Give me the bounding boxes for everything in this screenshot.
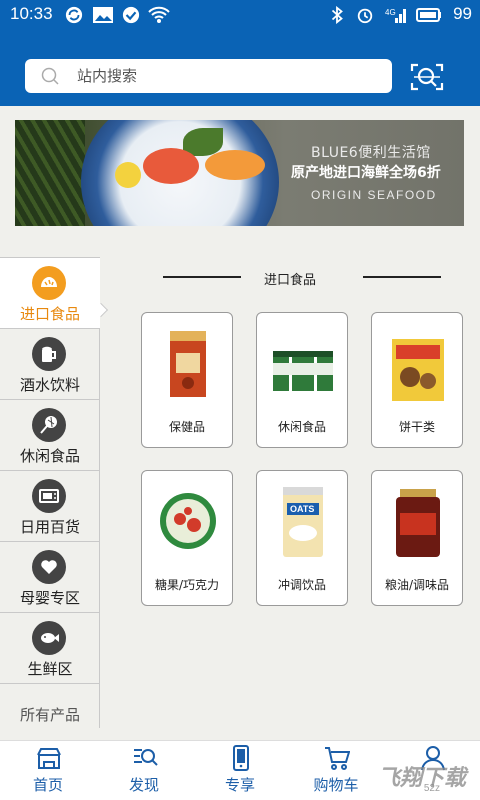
nav-home[interactable]: 首页 bbox=[0, 741, 96, 800]
search-icon bbox=[41, 67, 59, 85]
sidebar-item-label: 酒水饮料 bbox=[19, 376, 80, 394]
sidebar-item-label: 母婴专区 bbox=[19, 589, 80, 607]
category-card-grain-oil[interactable]: 粮油/调味品 bbox=[371, 470, 463, 606]
category-card-biscuits[interactable]: 饼干类 bbox=[371, 312, 463, 448]
microwave-icon bbox=[32, 479, 66, 513]
banner-promo-text: 原产地进口海鲜全场6折 bbox=[291, 165, 441, 181]
sidebar-item-all-products[interactable]: 所有产品 bbox=[0, 683, 100, 728]
category-name: 休闲食品 bbox=[277, 420, 326, 434]
cart-icon bbox=[325, 747, 350, 770]
nav-label: 首页 bbox=[32, 776, 63, 794]
lollipop-icon bbox=[32, 408, 66, 442]
app-header: 站内搜索 bbox=[0, 30, 480, 106]
sidebar-item-snacks[interactable]: 休闲食品 bbox=[0, 399, 100, 470]
section-divider-right bbox=[363, 276, 441, 278]
sidebar-item-drinks[interactable]: 酒水饮料 bbox=[0, 328, 100, 399]
nav-label: 专享 bbox=[224, 776, 255, 794]
sidebar-item-imported-food[interactable]: 进口食品 bbox=[0, 257, 109, 328]
store-icon bbox=[37, 748, 61, 769]
beer-mug-icon bbox=[32, 337, 66, 371]
bean-paste-jar-image bbox=[396, 489, 440, 557]
banner-tagline: ORIGIN SEAFOOD bbox=[311, 188, 437, 202]
watermark-logo: 飞翔下载 bbox=[377, 766, 466, 791]
bluetooth-icon bbox=[331, 6, 343, 24]
svg-text:OATS: OATS bbox=[290, 504, 314, 514]
battery-icon bbox=[416, 8, 441, 22]
banner-fish-image bbox=[205, 150, 265, 180]
health-product-image bbox=[170, 331, 206, 397]
category-name: 保健品 bbox=[168, 420, 205, 434]
sidebar-item-label: 生鲜区 bbox=[27, 660, 73, 678]
category-sidebar: 进口食品 酒水饮料 休闲食品 日用百货 母婴专区 生鲜区 所有产品 bbox=[0, 257, 109, 728]
category-name: 粮油/调味品 bbox=[384, 578, 450, 592]
sidebar-item-label: 进口食品 bbox=[19, 305, 80, 323]
signal-4g-icon: 4G bbox=[385, 8, 406, 23]
status-bar: 10:33 4G 99 bbox=[0, 0, 480, 30]
battery-percent: 99 bbox=[453, 4, 472, 23]
status-time: 10:33 bbox=[10, 4, 53, 23]
banner-lemon-image bbox=[115, 162, 141, 188]
svg-text:4G: 4G bbox=[385, 8, 396, 17]
banner-salmon-image bbox=[143, 148, 199, 184]
banner-greens-image bbox=[15, 120, 85, 226]
category-card-beverages[interactable]: OATS 冲调饮品 bbox=[256, 470, 348, 606]
alarm-icon bbox=[357, 8, 373, 24]
bread-icon bbox=[32, 266, 66, 300]
sidebar-item-label: 日用百货 bbox=[19, 518, 80, 536]
sidebar-item-fresh[interactable]: 生鲜区 bbox=[0, 612, 100, 683]
phone-icon bbox=[233, 745, 249, 771]
oats-can-image: OATS bbox=[283, 487, 323, 557]
nav-label: 发现 bbox=[128, 776, 159, 794]
sync-icon bbox=[65, 6, 83, 24]
nav-discover[interactable]: 发现 bbox=[96, 741, 192, 800]
nav-label: 购物车 bbox=[313, 776, 359, 794]
biscuit-box-image bbox=[392, 339, 444, 401]
category-card-health[interactable]: 保健品 bbox=[141, 312, 233, 448]
search-input[interactable]: 站内搜索 bbox=[25, 59, 392, 93]
image-icon bbox=[93, 7, 113, 23]
category-name: 冲调饮品 bbox=[277, 578, 326, 592]
promo-banner[interactable]: BLUE6便利生活馆 原产地进口海鲜全场6折 ORIGIN SEAFOOD bbox=[15, 120, 464, 226]
category-name: 糖果/巧克力 bbox=[154, 578, 220, 592]
category-name: 饼干类 bbox=[398, 420, 435, 434]
nav-cart[interactable]: 购物车 bbox=[288, 741, 384, 800]
nav-exclusive[interactable]: 专享 bbox=[192, 741, 288, 800]
fish-icon bbox=[32, 621, 66, 655]
sidebar-item-label: 所有产品 bbox=[19, 706, 80, 724]
heart-icon bbox=[32, 550, 66, 584]
search-placeholder: 站内搜索 bbox=[77, 67, 138, 85]
sidebar-item-label: 休闲食品 bbox=[19, 447, 80, 465]
category-card-candy[interactable]: 糖果/巧克力 bbox=[141, 470, 233, 606]
category-card-snacks[interactable]: 休闲食品 bbox=[256, 312, 348, 448]
discover-search-icon bbox=[134, 749, 158, 766]
section-title: 进口食品 bbox=[263, 273, 316, 288]
banner-store-name: BLUE6便利生活馆 bbox=[311, 145, 431, 161]
seaweed-snack-image bbox=[273, 351, 333, 391]
sidebar-item-daily-goods[interactable]: 日用百货 bbox=[0, 470, 100, 541]
wifi-icon bbox=[148, 6, 170, 23]
check-circle-icon bbox=[122, 6, 140, 24]
watermark-sub: 52z bbox=[423, 783, 440, 794]
section-header: 进口食品 bbox=[100, 268, 480, 288]
sidebar-item-mother-baby[interactable]: 母婴专区 bbox=[0, 541, 100, 612]
candy-tin-image bbox=[160, 493, 216, 549]
scan-icon[interactable] bbox=[410, 62, 444, 92]
